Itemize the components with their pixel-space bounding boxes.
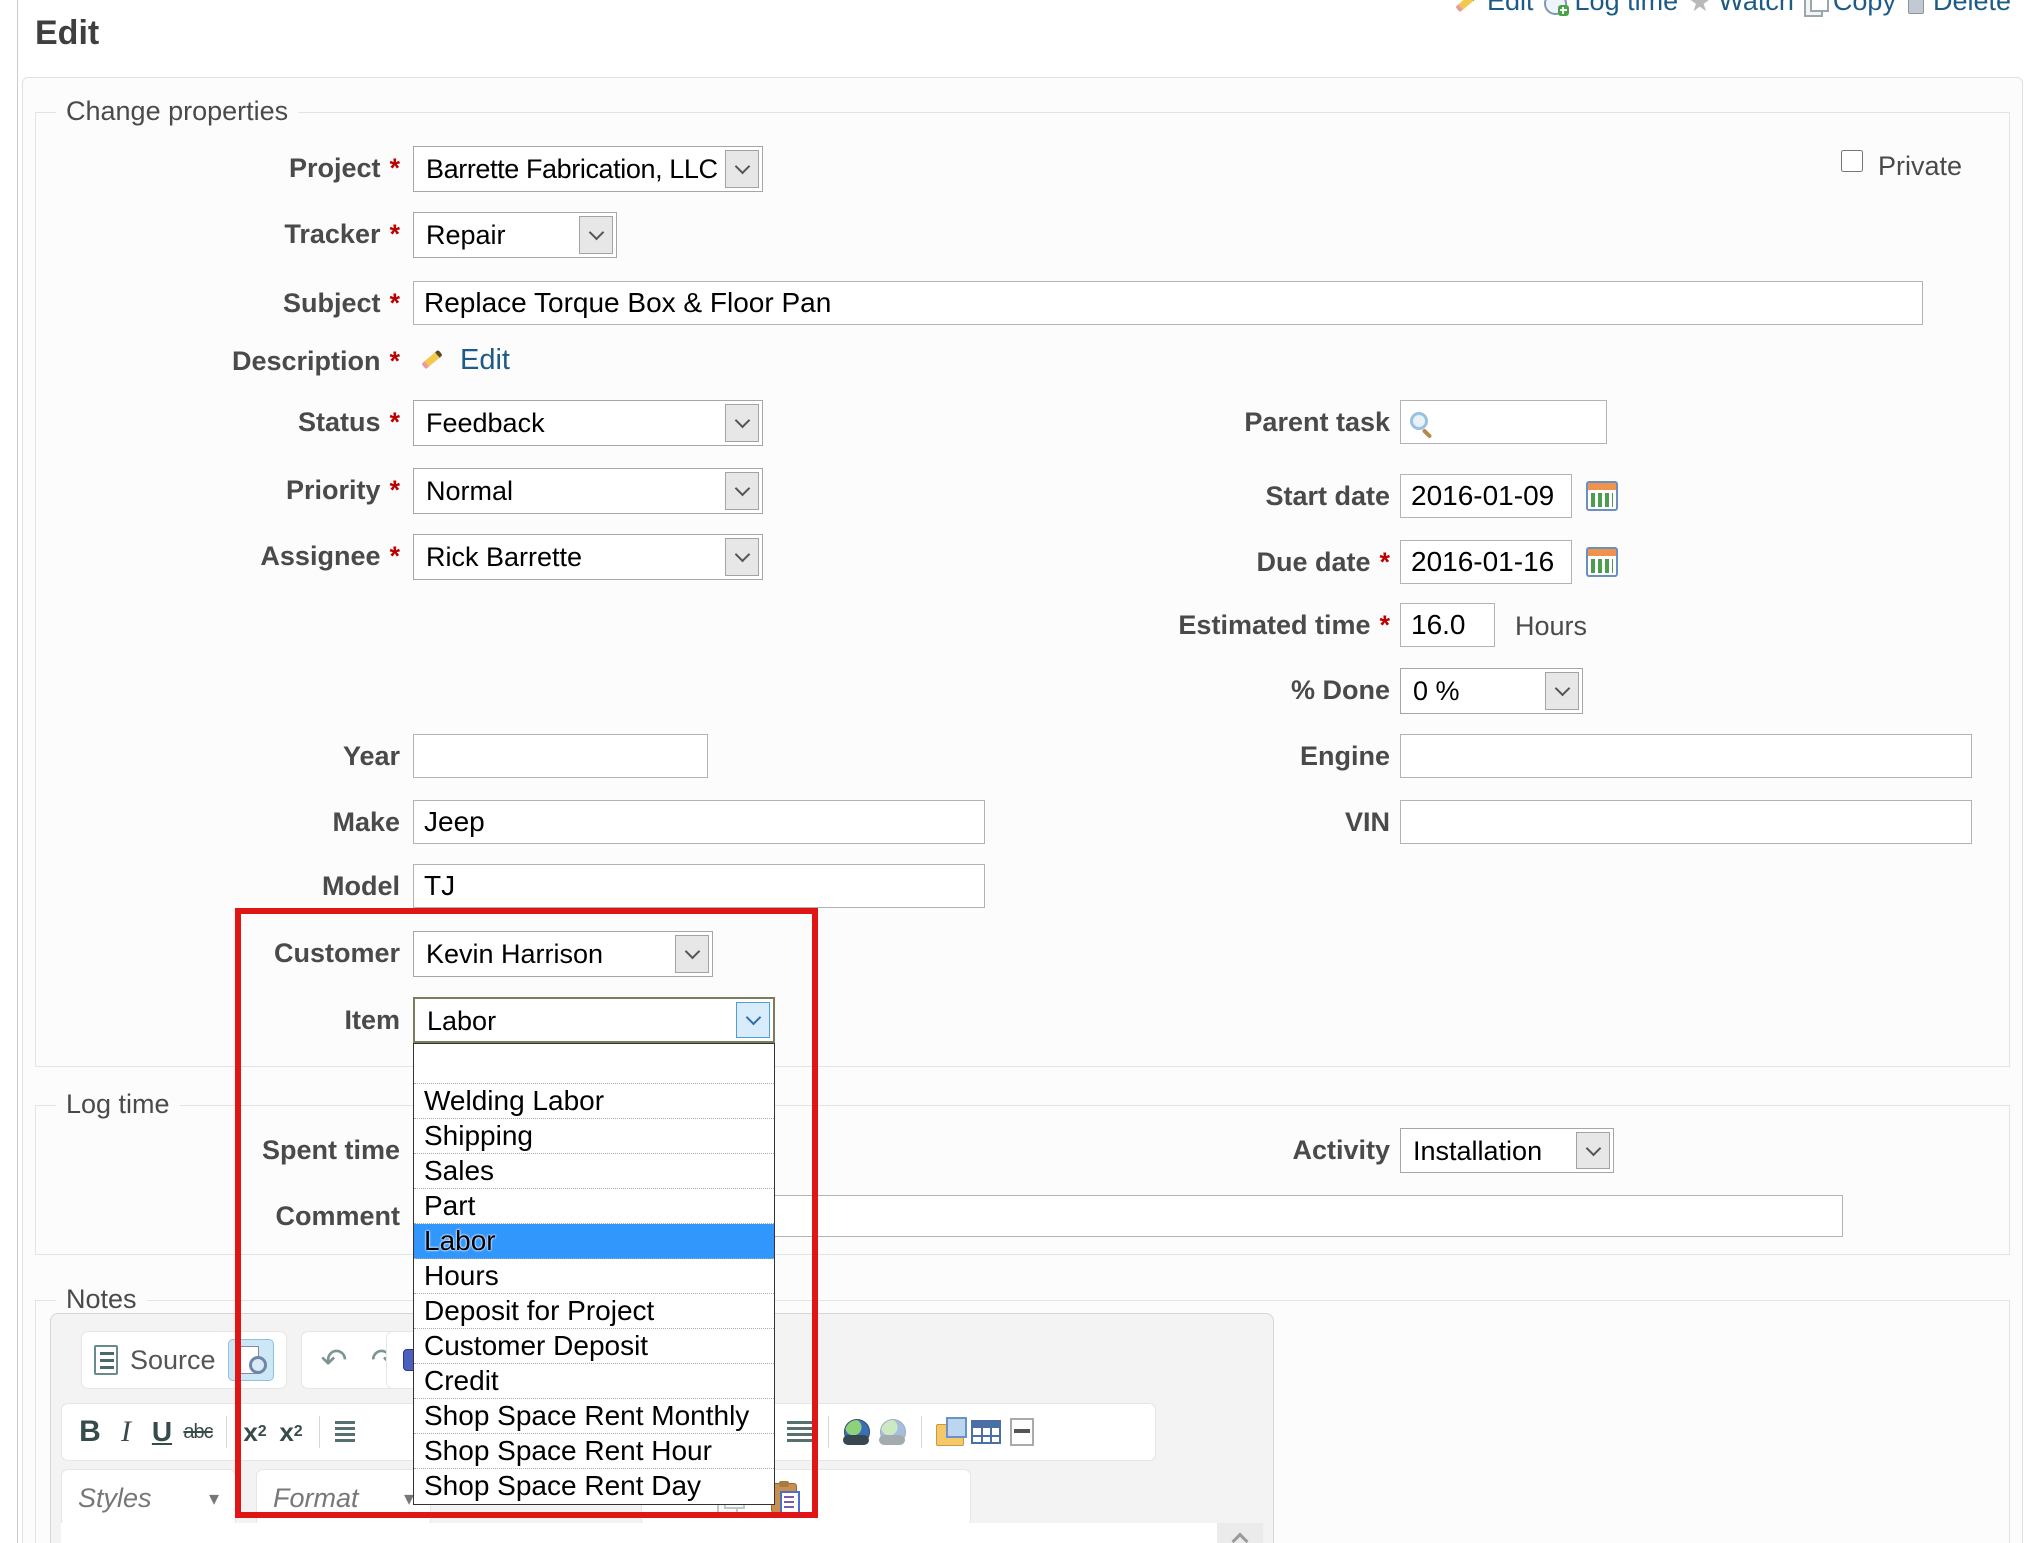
edit-link[interactable]: Edit [1454,0,1534,17]
chevron-down-icon[interactable] [579,216,613,254]
copy-link[interactable]: Copy [1804,0,1896,17]
table-icon[interactable] [968,1410,1004,1454]
editor-scrollbar[interactable] [1217,1523,1263,1543]
notes-editing-area[interactable] [61,1523,1217,1543]
activity-select[interactable]: Installation [1400,1128,1614,1173]
annotation-highlight-rectangle [235,908,818,1518]
assignee-label: Assignee* [30,541,400,572]
notes-legend: Notes [56,1284,147,1315]
underline-icon[interactable]: U [144,1410,180,1454]
model-label: Model [30,871,400,902]
watch-link[interactable]: ★Watch [1688,0,1794,17]
percent-done-select[interactable]: 0 % [1400,668,1583,714]
year-input[interactable] [413,734,708,778]
make-label: Make [30,807,400,838]
status-select[interactable]: Feedback [413,400,763,446]
scroll-up-icon[interactable] [1232,1533,1249,1543]
subject-label: Subject* [30,288,400,319]
project-select[interactable]: Barrette Fabrication, LLC [413,146,763,192]
link-icon[interactable] [839,1410,875,1454]
due-date-input[interactable] [1400,540,1572,584]
unlink-icon[interactable] [875,1410,911,1454]
content-left-border [17,0,18,1543]
priority-label: Priority* [30,475,400,506]
source-button[interactable]: Source [130,1345,216,1376]
chevron-down-icon[interactable] [1576,1132,1610,1169]
status-label: Status* [30,407,400,438]
strikethrough-icon[interactable]: abc [180,1410,216,1454]
engine-label: Engine [900,741,1390,772]
log-time-legend: Log time [56,1089,180,1120]
vin-input[interactable] [1400,800,1972,844]
trash-icon [1906,0,1926,14]
priority-select[interactable]: Normal [413,468,763,514]
chevron-down-icon[interactable] [725,150,759,188]
search-icon [1410,412,1428,430]
year-label: Year [30,741,400,772]
delete-link[interactable]: Delete [1906,0,2011,17]
parent-task-input[interactable] [1400,400,1607,444]
chevron-down-icon[interactable] [1545,672,1579,710]
activity-label: Activity [900,1135,1390,1166]
chevron-down-icon[interactable] [725,472,759,510]
private-checkbox[interactable] [1841,150,1863,172]
start-date-input[interactable] [1400,474,1572,518]
italic-icon[interactable]: I [108,1410,144,1454]
log-time-link[interactable]: Log time [1544,0,1679,17]
estimated-time-input[interactable] [1400,603,1495,647]
star-icon: ★ [1688,0,1711,14]
assignee-select[interactable]: Rick Barrette [413,534,763,580]
styles-combo[interactable]: Styles ▾ [61,1469,236,1527]
engine-input[interactable] [1400,734,1972,778]
source-document-icon [94,1345,118,1375]
pencil-icon [1454,0,1480,15]
description-edit-link[interactable]: Edit [460,344,510,377]
calendar-icon[interactable] [1586,547,1618,577]
tracker-select[interactable]: Repair [413,212,617,258]
caret-down-icon: ▾ [209,1486,219,1511]
clock-plus-icon [1544,0,1568,14]
vin-label: VIN [900,807,1390,838]
calendar-icon[interactable] [1586,481,1618,511]
copy-icon [1804,0,1826,14]
percent-done-label: % Done [900,675,1390,706]
subject-input[interactable] [413,281,1923,325]
model-input[interactable] [413,864,985,908]
estimated-time-label: Estimated time* [900,610,1390,641]
pencil-icon [420,346,446,372]
chevron-down-icon[interactable] [725,538,759,576]
tracker-label: Tracker* [30,219,400,250]
issue-edit-page: Edit Log time ★Watch Copy Delete Edit Ch… [0,0,2039,1543]
change-properties-legend: Change properties [56,96,298,127]
private-label: Private [1878,151,1962,182]
bold-icon[interactable]: B [72,1410,108,1454]
context-toolbar: Edit Log time ★Watch Copy Delete [1454,0,2011,17]
start-date-label: Start date [900,481,1390,512]
hours-suffix: Hours [1515,611,1587,642]
page-title: Edit [35,14,99,53]
description-label: Description* [30,346,400,377]
chevron-down-icon[interactable] [725,404,759,442]
parent-task-label: Parent task [900,407,1390,438]
project-label: Project* [30,153,400,184]
horizontal-rule-icon[interactable] [1004,1410,1040,1454]
image-icon[interactable] [932,1410,968,1454]
due-date-label: Due date* [900,547,1390,578]
